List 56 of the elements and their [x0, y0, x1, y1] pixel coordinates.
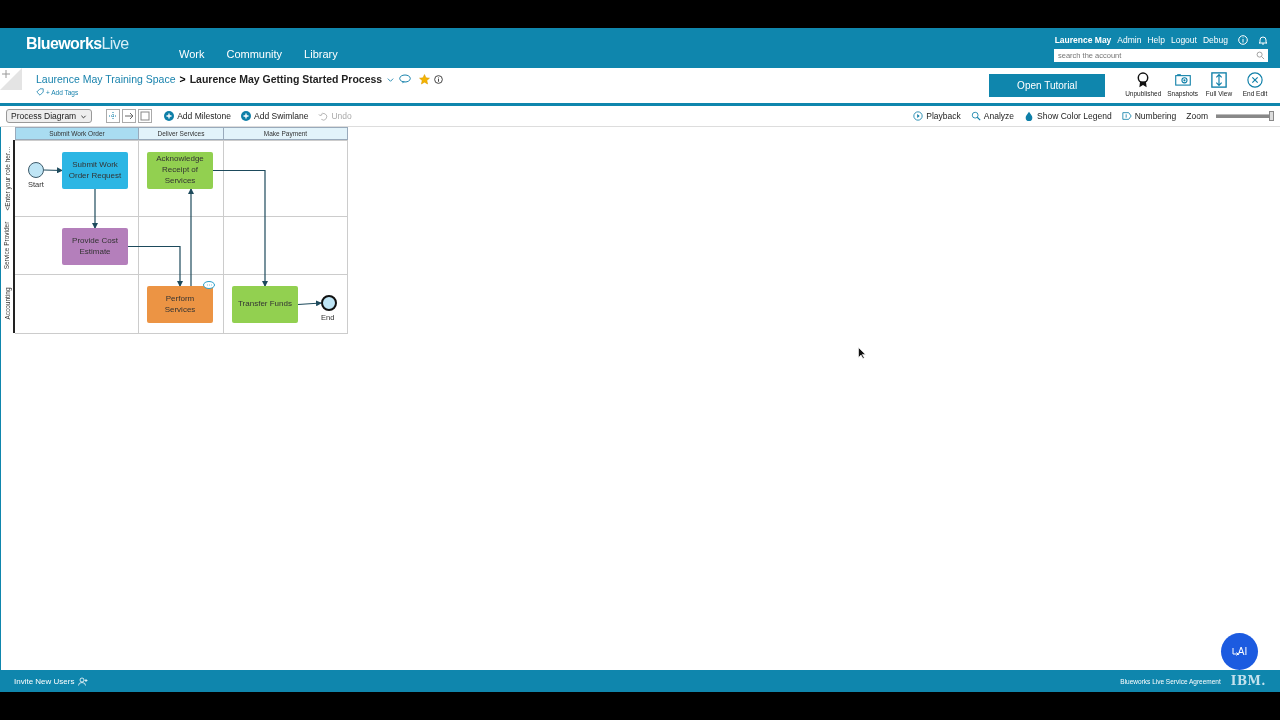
task-node[interactable]: Acknowledge Receipt of Services	[147, 152, 213, 189]
ai-assistant-button[interactable]: AI	[1221, 633, 1258, 670]
header-link[interactable]: Debug	[1202, 34, 1228, 45]
numbering-icon	[1121, 111, 1132, 121]
toolbar-button[interactable]: Add Milestone	[164, 111, 232, 121]
start-event[interactable]	[28, 162, 44, 178]
brand-logo: IBM.	[1230, 674, 1266, 688]
connector-arrow	[92, 188, 98, 229]
camera-icon	[1174, 72, 1191, 88]
header-link[interactable]: Logout	[1170, 34, 1197, 45]
toolbar-button[interactable]: Show Color Legend	[1024, 111, 1112, 121]
nav-link[interactable]: Work	[179, 47, 205, 60]
info-icon[interactable]	[434, 74, 444, 84]
task-node[interactable]: Provide Cost Estimate	[62, 228, 128, 265]
connector-arrow	[297, 300, 322, 307]
search-icon	[970, 111, 981, 121]
zoom-label: Zoom	[1186, 111, 1208, 121]
play-icon	[913, 111, 924, 121]
comment-icon[interactable]	[399, 74, 412, 84]
close-icon	[1247, 72, 1263, 88]
breadcrumb-separator: >	[179, 73, 186, 85]
connector-arrow	[43, 167, 63, 174]
task-node[interactable]: Transfer Funds	[232, 286, 298, 323]
toolbar-button[interactable]: Analyze	[970, 111, 1014, 121]
toolbar-button[interactable]: Numbering	[1121, 111, 1177, 121]
header-link[interactable]: Help	[1147, 34, 1165, 45]
expand-icon	[1211, 72, 1227, 88]
task-node[interactable]: Submit Work Order Request	[62, 152, 128, 189]
open-tutorial-button[interactable]: Open Tutorial	[989, 74, 1106, 97]
nav-link[interactable]: Library	[304, 47, 338, 60]
arrow-right-icon[interactable]	[122, 109, 137, 123]
add-icon	[164, 111, 175, 121]
bell-icon[interactable]	[1258, 34, 1268, 45]
add-icon	[241, 111, 252, 121]
invite-users-link[interactable]: Invite New Users	[14, 676, 89, 686]
breadcrumb-link[interactable]: Laurence May Training Space	[36, 73, 176, 85]
star-icon[interactable]	[419, 73, 431, 85]
toolbar-button[interactable]: Playback	[913, 111, 961, 121]
arrow-icon	[1231, 646, 1240, 657]
drop-icon	[1024, 111, 1034, 121]
slider-thumb[interactable]	[1269, 111, 1275, 121]
logo[interactable]: BlueworksLive	[26, 35, 179, 53]
view-dropdown[interactable]: Process Diagram	[6, 109, 93, 123]
connector-arrow	[127, 245, 183, 287]
end-event[interactable]	[321, 295, 337, 311]
task-node[interactable]: Perform Services	[147, 286, 213, 323]
nav-link[interactable]: Community	[226, 47, 283, 60]
tag-icon	[36, 88, 44, 96]
add-user-icon	[78, 676, 89, 686]
cursor-icon	[858, 347, 866, 359]
toolbar-button[interactable]: Add Swimlane	[241, 111, 309, 121]
comment-icon[interactable]	[203, 281, 215, 289]
process-title: Laurence May Getting Started Process	[189, 73, 383, 85]
undo-icon	[318, 111, 329, 121]
user-name-link[interactable]: Laurence May	[1054, 34, 1112, 45]
header-link[interactable]: Admin	[1117, 34, 1142, 45]
